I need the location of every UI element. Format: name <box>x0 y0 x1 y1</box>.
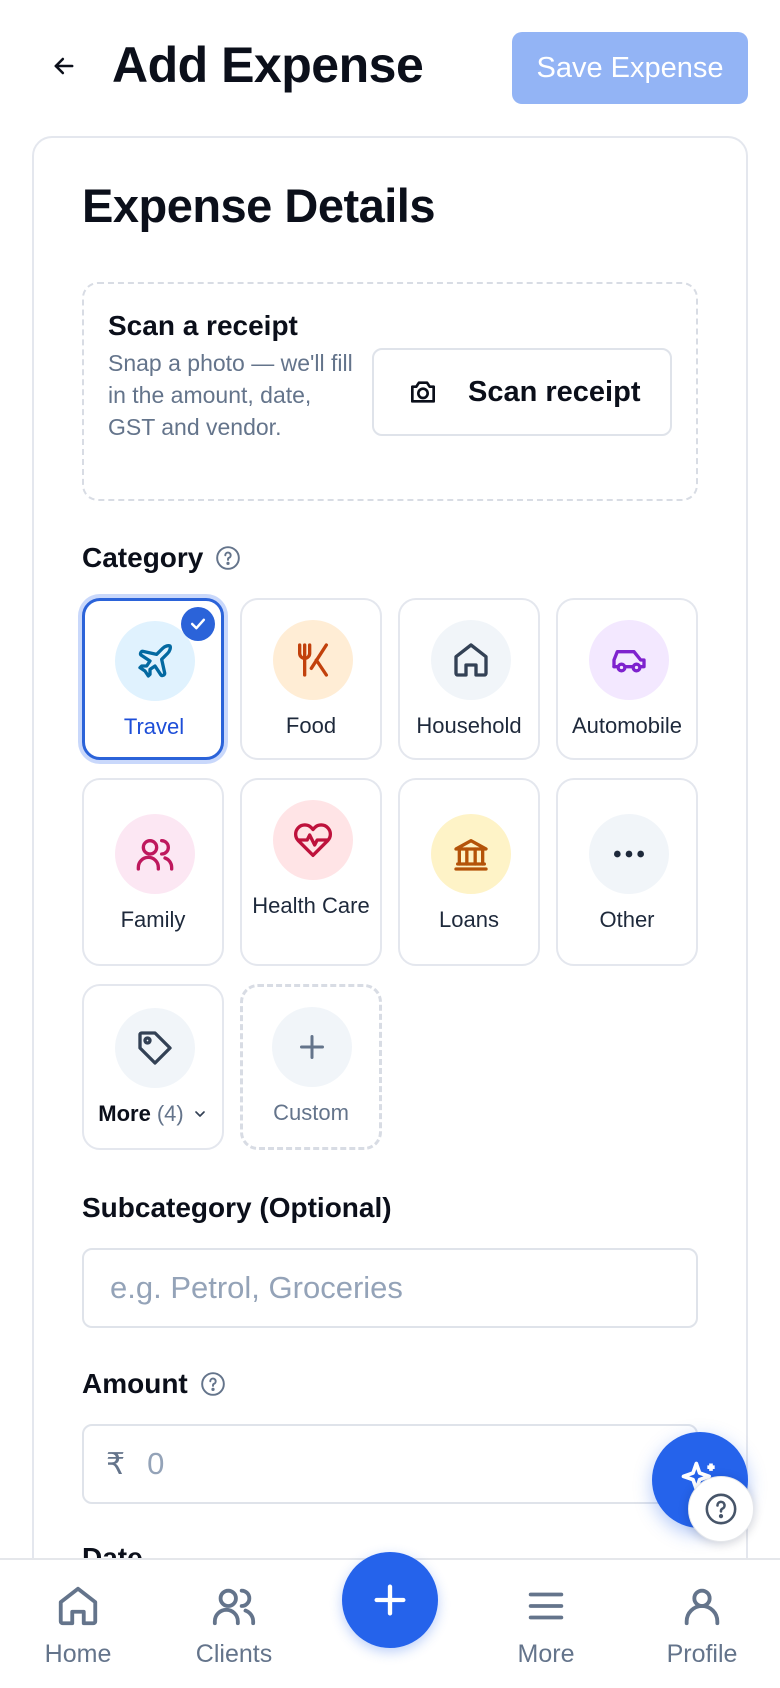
help-circle-icon[interactable] <box>200 1371 226 1397</box>
amount-value: 0 <box>147 1446 165 1481</box>
scan-button-label: Scan receipt <box>468 375 641 408</box>
category-label-custom: Custom <box>273 1100 349 1125</box>
more-count: (4) <box>156 1101 184 1126</box>
amount-label-text: Amount <box>82 1368 188 1399</box>
nav-item-home[interactable]: Home <box>8 1560 148 1688</box>
more-label-row: More (4) <box>84 1100 222 1128</box>
help-button[interactable] <box>688 1476 754 1542</box>
category-tile-other[interactable]: Other <box>556 778 698 966</box>
scan-receipt-button[interactable]: Scan receipt <box>372 348 672 436</box>
nav-item-profile[interactable]: Profile <box>632 1560 772 1688</box>
nav-label-home: Home <box>44 1640 112 1668</box>
nav-label-clients: Clients <box>195 1640 273 1668</box>
more-dots-icon <box>589 814 669 894</box>
home-icon <box>54 1582 102 1630</box>
category-tile-food[interactable]: Food <box>240 598 382 760</box>
heart-pulse-icon <box>273 800 353 880</box>
menu-icon <box>522 1582 570 1630</box>
page-title: Add Expense <box>112 37 424 93</box>
chevron-down-icon <box>194 1111 205 1117</box>
category-tile-household[interactable]: Household <box>398 598 540 760</box>
category-tile-family[interactable]: Family <box>82 778 224 966</box>
category-tile-more[interactable]: More (4) <box>82 984 224 1150</box>
bank-icon <box>431 814 511 894</box>
car-icon <box>589 620 669 700</box>
users-icon <box>210 1582 258 1630</box>
user-icon <box>678 1582 726 1630</box>
plus-icon <box>272 1007 352 1087</box>
plus-icon <box>374 1584 406 1616</box>
category-label-health-care: Health Care <box>252 893 370 918</box>
category-label-loans: Loans <box>439 907 499 932</box>
more-label: More <box>98 1101 151 1126</box>
save-expense-button[interactable]: Save Expense <box>512 32 748 104</box>
users-icon <box>115 814 195 894</box>
card-title: Expense Details <box>82 179 436 232</box>
currency-symbol: ₹ <box>106 1447 126 1481</box>
amount-input[interactable]: ₹ 0 <box>82 1424 698 1504</box>
category-label-household: Household <box>416 713 522 738</box>
category-label-family: Family <box>120 907 186 932</box>
app-header: Add Expense Save Expense <box>0 0 780 136</box>
nav-item-clients[interactable]: Clients <box>164 1560 304 1688</box>
add-button[interactable] <box>342 1552 438 1648</box>
camera-icon <box>406 375 440 409</box>
category-tile-travel[interactable]: Travel <box>82 598 224 760</box>
category-label-food: Food <box>285 713 337 738</box>
category-label-travel: Travel <box>123 714 185 739</box>
category-label-text: Category <box>82 542 204 573</box>
arrow-left-icon <box>54 57 74 75</box>
category-tile-health-care[interactable]: Health Care <box>240 778 382 966</box>
subcategory-label: Subcategory (Optional) <box>82 1192 392 1223</box>
category-tile-custom[interactable]: Custom <box>240 984 382 1150</box>
category-label-other: Other <box>599 907 655 932</box>
nav-label-profile: Profile <box>666 1640 738 1668</box>
utensils-icon <box>273 620 353 700</box>
check-icon <box>181 607 215 641</box>
help-circle-icon[interactable] <box>215 545 241 571</box>
nav-item-more[interactable]: More <box>476 1560 616 1688</box>
scan-title: Scan a receipt <box>108 310 298 341</box>
scan-description: Snap a photo — we'll fill in the amount,… <box>108 350 353 440</box>
tag-icon <box>115 1008 195 1088</box>
category-label-automobile: Automobile <box>571 713 683 738</box>
help-circle-icon <box>705 1493 737 1525</box>
home-icon <box>431 620 511 700</box>
subcategory-placeholder: e.g. Petrol, Groceries <box>110 1270 403 1305</box>
category-tile-automobile[interactable]: Automobile <box>556 598 698 760</box>
category-tile-loans[interactable]: Loans <box>398 778 540 966</box>
nav-label-more: More <box>517 1640 575 1668</box>
back-button[interactable] <box>46 48 82 84</box>
subcategory-input[interactable]: e.g. Petrol, Groceries <box>82 1248 698 1328</box>
amount-label: Amount <box>82 1368 226 1400</box>
category-label: Category <box>82 542 241 574</box>
